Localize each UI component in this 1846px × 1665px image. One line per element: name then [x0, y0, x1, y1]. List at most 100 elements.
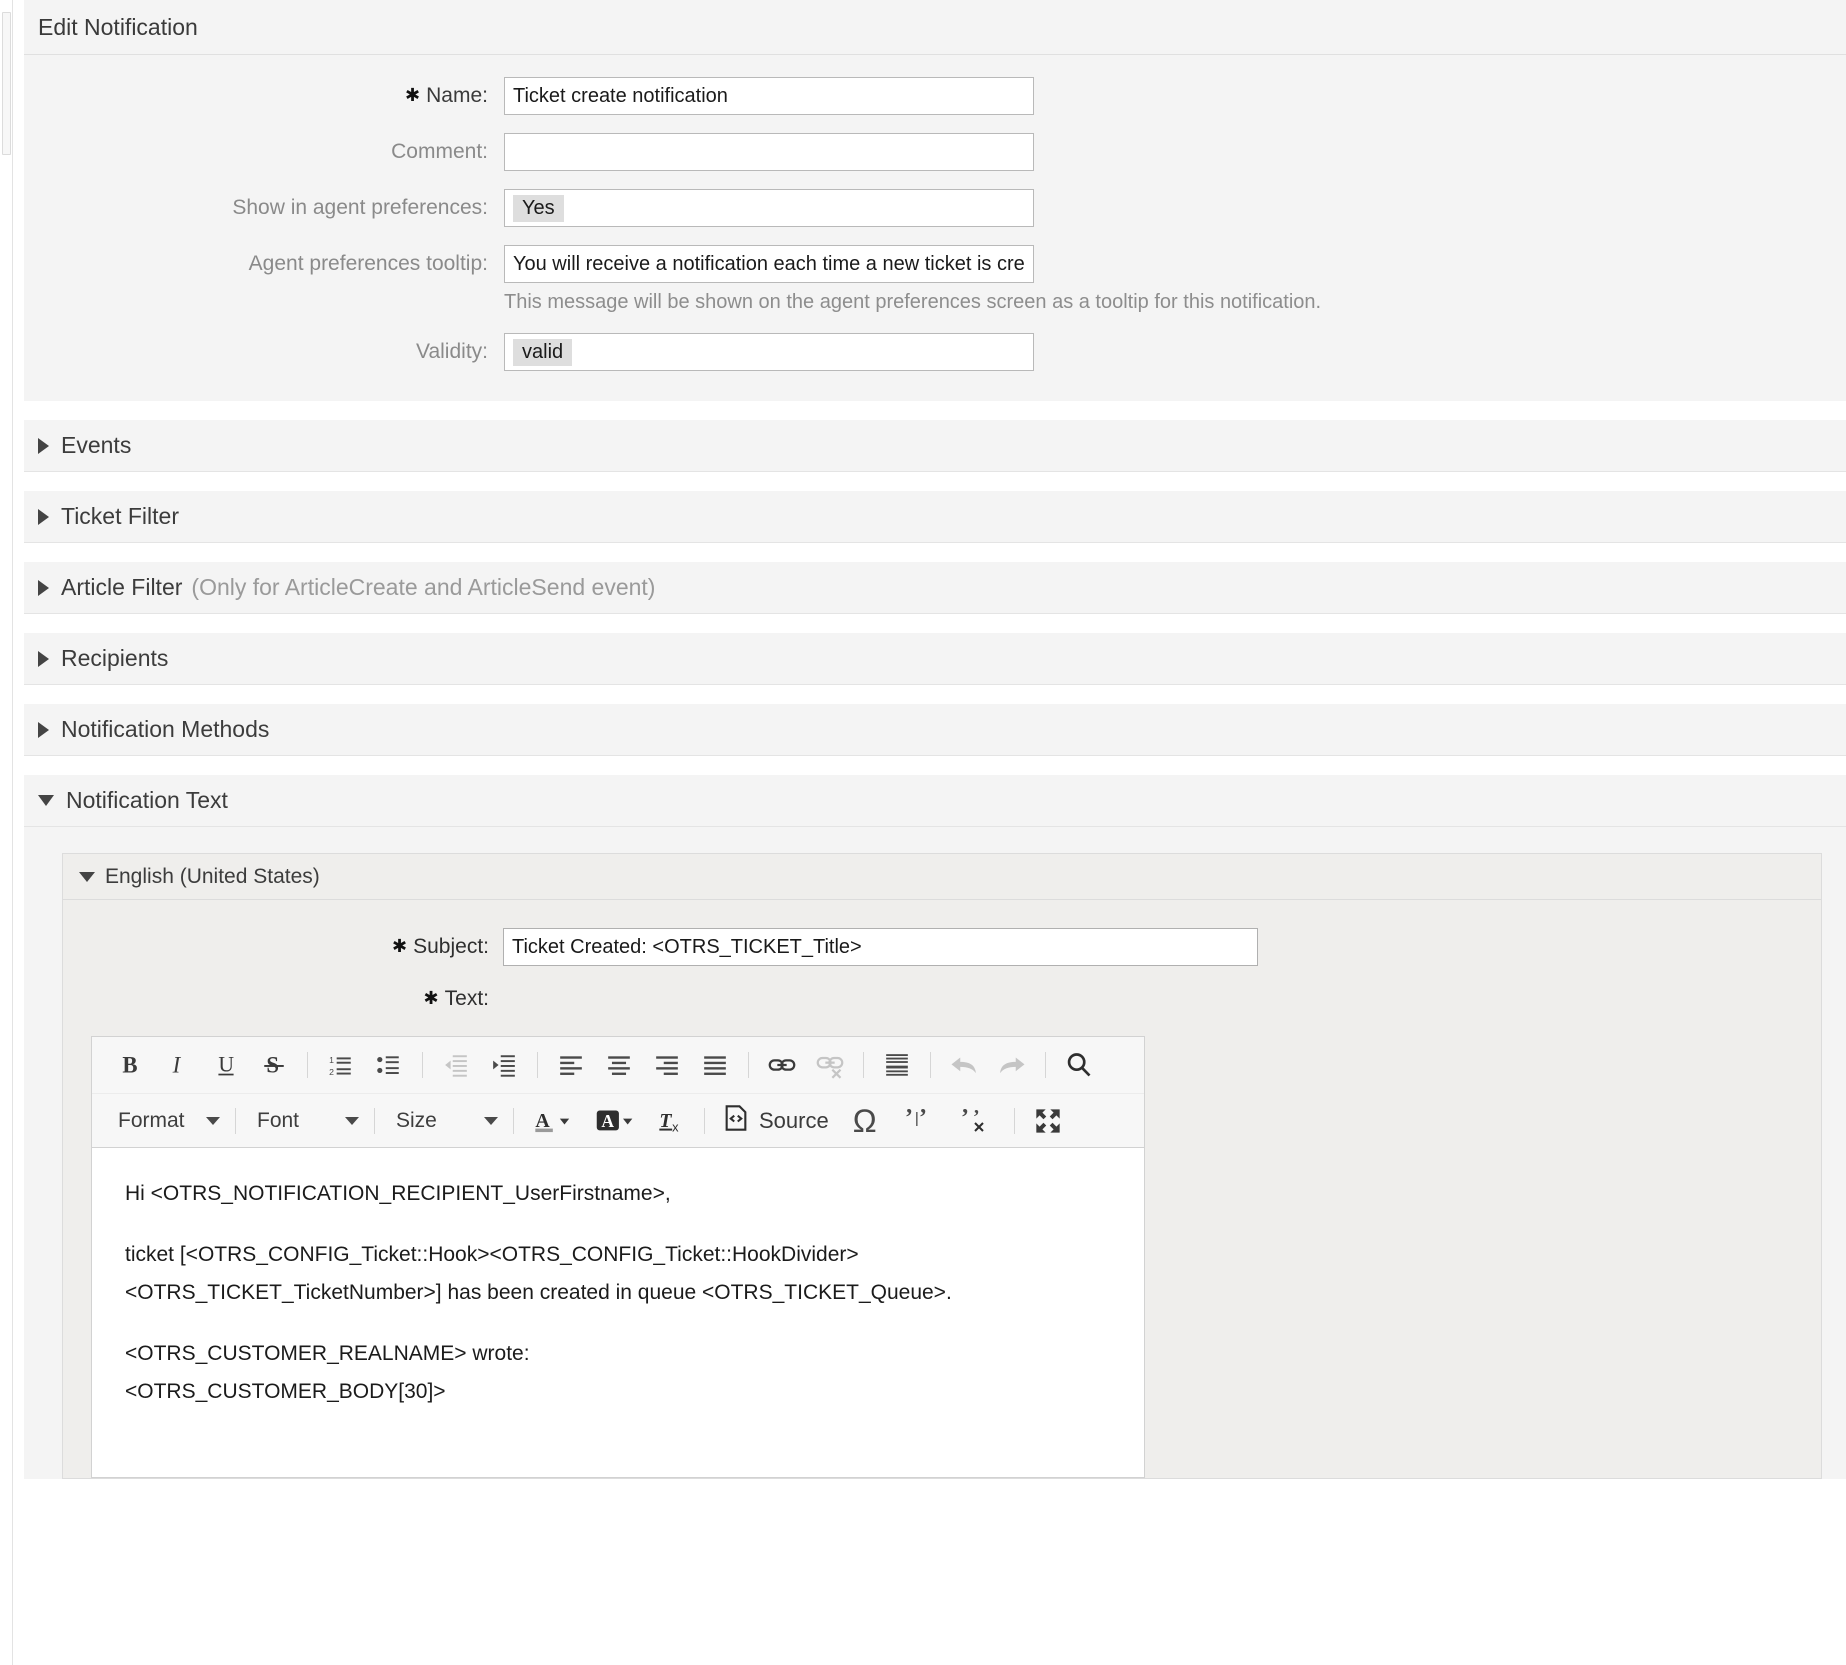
- font-combo[interactable]: Font: [245, 1100, 365, 1142]
- section-header-notification-text[interactable]: Notification Text: [24, 775, 1846, 827]
- page-title: Edit Notification: [38, 14, 198, 41]
- toolbar-separator: [863, 1052, 864, 1078]
- align-left-icon[interactable]: [547, 1044, 595, 1086]
- toolbar-separator: [748, 1052, 749, 1078]
- svg-text:B: B: [122, 1053, 137, 1078]
- remove-format-icon[interactable]: T x: [647, 1100, 695, 1142]
- text-color-icon[interactable]: A: [523, 1100, 585, 1142]
- section-header-events[interactable]: Events: [24, 420, 1846, 472]
- undo-icon[interactable]: [940, 1044, 988, 1086]
- chevron-down-icon: [484, 1117, 498, 1125]
- toolbar-separator: [537, 1052, 538, 1078]
- numbered-list-icon[interactable]: 12: [317, 1044, 365, 1086]
- horizontal-rule-icon[interactable]: [873, 1044, 921, 1086]
- underline-icon[interactable]: U: [202, 1044, 250, 1086]
- size-combo-label: Size: [396, 1109, 437, 1133]
- toolbar-separator: [374, 1108, 375, 1134]
- scrollbar-thumb[interactable]: [2, 12, 11, 155]
- show-in-agent-preferences-select[interactable]: Yes: [504, 189, 1034, 227]
- name-label: ✱Name:: [24, 77, 504, 115]
- language-inner: ✱Subject: ✱Text:: [63, 900, 1821, 1478]
- svg-text:x: x: [672, 1119, 679, 1134]
- validity-select[interactable]: valid: [504, 333, 1034, 371]
- section-header-ticket-filter[interactable]: Ticket Filter: [24, 491, 1846, 543]
- special-character-icon[interactable]: Ω: [837, 1100, 893, 1142]
- editor-paragraph: <OTRS_TICKET_TicketNumber>] has been cre…: [125, 1277, 1144, 1310]
- section-header-notification-methods[interactable]: Notification Methods: [24, 704, 1846, 756]
- form-row-agent-preferences-tooltip: Agent preferences tooltip: This message …: [24, 245, 1846, 315]
- format-combo-label: Format: [118, 1109, 185, 1133]
- form-row-comment: Comment:: [24, 133, 1846, 171]
- editor-toolbar-row-1: B I U S: [92, 1037, 1144, 1093]
- toolbar-separator: [1045, 1052, 1046, 1078]
- source-button[interactable]: Source: [714, 1104, 837, 1137]
- bold-icon[interactable]: B: [106, 1044, 154, 1086]
- increase-indent-icon[interactable]: [480, 1044, 528, 1086]
- section-title: Ticket Filter: [61, 503, 179, 530]
- name-input[interactable]: [504, 77, 1034, 115]
- toolbar-separator: [704, 1108, 705, 1134]
- language-header[interactable]: English (United States): [63, 854, 1821, 900]
- chevron-down-icon: [79, 872, 95, 882]
- link-icon[interactable]: [758, 1044, 806, 1086]
- maximize-icon[interactable]: [1024, 1100, 1072, 1142]
- editor-paragraph: <OTRS_CUSTOMER_BODY[30]>: [125, 1376, 1144, 1409]
- section-title: Notification Methods: [61, 716, 269, 743]
- rich-text-editor: B I U S: [91, 1036, 1145, 1478]
- size-combo[interactable]: Size: [384, 1100, 504, 1142]
- editor-paragraph: ticket [<OTRS_CONFIG_Ticket::Hook><OTRS_…: [125, 1239, 1144, 1272]
- agent-preferences-tooltip-input[interactable]: [504, 245, 1034, 283]
- comment-label: Comment:: [24, 133, 504, 171]
- agent-preferences-tooltip-helper: This message will be shown on the agent …: [504, 289, 1321, 315]
- find-icon[interactable]: [1055, 1044, 1103, 1086]
- svg-text:T: T: [659, 1109, 672, 1131]
- format-combo[interactable]: Format: [106, 1100, 226, 1142]
- show-in-agent-preferences-value: Yes: [513, 195, 564, 222]
- agent-preferences-tooltip-label: Agent preferences tooltip:: [24, 245, 504, 283]
- svg-text:1: 1: [329, 1055, 334, 1065]
- required-star-icon: ✱: [424, 988, 439, 1008]
- decrease-indent-icon[interactable]: [432, 1044, 480, 1086]
- form-row-validity: Validity: valid: [24, 333, 1846, 371]
- chevron-right-icon: [38, 722, 49, 738]
- font-combo-label: Font: [257, 1109, 299, 1133]
- source-label: Source: [759, 1108, 829, 1134]
- unlink-icon[interactable]: [806, 1044, 854, 1086]
- align-center-icon[interactable]: [595, 1044, 643, 1086]
- chevron-down-icon: [38, 795, 54, 806]
- toolbar-separator: [307, 1052, 308, 1078]
- editor-content-area[interactable]: Hi <OTRS_NOTIFICATION_RECIPIENT_UserFirs…: [92, 1147, 1144, 1477]
- form-row-name: ✱Name:: [24, 77, 1846, 115]
- chevron-down-icon: [206, 1117, 220, 1125]
- section-title: Recipients: [61, 645, 168, 672]
- strikethrough-icon[interactable]: S: [250, 1044, 298, 1086]
- page-scrollbar[interactable]: [0, 0, 13, 1665]
- svg-text:I: I: [172, 1053, 182, 1078]
- remove-quote-icon[interactable]: ’ ’: [949, 1100, 1005, 1142]
- section-header-article-filter[interactable]: Article Filter (Only for ArticleCreate a…: [24, 562, 1846, 614]
- quote-icon[interactable]: ’ ’: [893, 1100, 949, 1142]
- section-header-recipients[interactable]: Recipients: [24, 633, 1846, 685]
- svg-text:2: 2: [329, 1067, 334, 1077]
- justify-icon[interactable]: [691, 1044, 739, 1086]
- section-title: Notification Text: [66, 787, 228, 814]
- redo-icon[interactable]: [988, 1044, 1036, 1086]
- section-subtitle: (Only for ArticleCreate and ArticleSend …: [191, 574, 655, 601]
- align-right-icon[interactable]: [643, 1044, 691, 1086]
- editor-toolbar-row-2: Format Font Size: [92, 1093, 1144, 1147]
- svg-text:A: A: [535, 1109, 550, 1131]
- chevron-right-icon: [38, 580, 49, 596]
- page-root: Edit Notification ✱Name: Comment:: [0, 0, 1846, 1665]
- widget-body: ✱Name: Comment: Show in agent preference…: [24, 55, 1846, 401]
- language-block-english: English (United States) ✱Subject: ✱Text:: [62, 853, 1822, 1479]
- toolbar-separator: [422, 1052, 423, 1078]
- section-title: Events: [61, 432, 131, 459]
- bulleted-list-icon[interactable]: [365, 1044, 413, 1086]
- svg-text:A: A: [601, 1110, 614, 1130]
- italic-icon[interactable]: I: [154, 1044, 202, 1086]
- subject-input[interactable]: [503, 928, 1258, 966]
- background-color-icon[interactable]: A: [585, 1100, 647, 1142]
- comment-input[interactable]: [504, 133, 1034, 171]
- section-title: Article Filter: [61, 574, 182, 601]
- form-row-subject: ✱Subject:: [63, 928, 1821, 966]
